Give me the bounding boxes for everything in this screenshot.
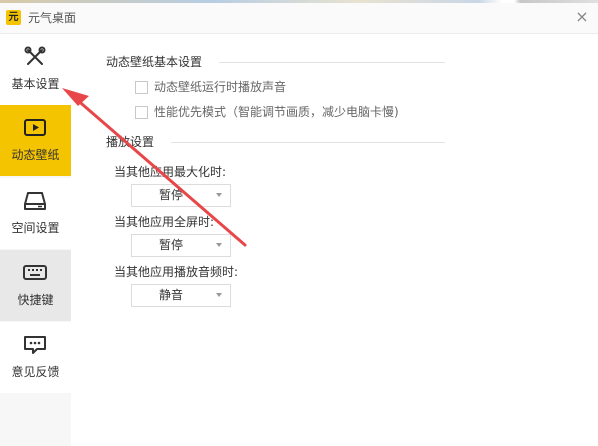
sidebar-item-basic-settings[interactable]: 基本设置 <box>0 34 71 105</box>
fullscreen-behavior-dropdown[interactable]: 暂停 <box>131 234 231 257</box>
dropdown-value: 暂停 <box>158 188 183 202</box>
dropdown-value: 暂停 <box>158 238 183 252</box>
close-icon[interactable]: × <box>574 9 590 25</box>
sidebar-item-label: 基本设置 <box>11 77 60 91</box>
audio-behavior-dropdown[interactable]: 静音 <box>131 284 231 307</box>
play-sound-checkbox[interactable] <box>135 81 148 94</box>
section-title-playback: 播放设置 <box>106 135 155 149</box>
window-title: 元气桌面 <box>28 11 77 25</box>
performance-mode-checkbox[interactable] <box>135 106 148 119</box>
keyboard-icon <box>23 265 47 280</box>
maximized-label: 当其他应用最大化时: <box>114 165 227 179</box>
section-title-wallpaper-basic: 动态壁纸基本设置 <box>106 55 203 69</box>
sidebar-item-label: 快捷键 <box>17 293 54 307</box>
sidebar-item-live-wallpaper[interactable]: 动态壁纸 <box>0 105 71 176</box>
disk-icon <box>24 192 46 210</box>
sidebar-item-label: 空间设置 <box>11 221 60 235</box>
maximized-behavior-dropdown[interactable]: 暂停 <box>131 184 231 207</box>
section-divider <box>219 62 445 63</box>
sidebar-item-label: 意见反馈 <box>11 365 60 379</box>
sidebar-item-space-settings[interactable]: 空间设置 <box>0 178 71 249</box>
dropdown-value: 静音 <box>158 288 183 302</box>
chevron-down-icon <box>216 243 222 247</box>
title-bar[interactable]: 元 元气桌面 × <box>0 3 598 34</box>
option-label: 动态壁纸运行时播放声音 <box>154 80 287 94</box>
audio-playing-label: 当其他应用播放音频时: <box>114 265 239 279</box>
section-divider <box>171 142 445 143</box>
sidebar-item-shortcuts[interactable]: 快捷键 <box>0 250 71 321</box>
chevron-down-icon <box>216 193 222 197</box>
option-label: 性能优先模式（智能调节画质，减少电脑卡慢) <box>154 105 399 119</box>
settings-panel: 动态壁纸基本设置 动态壁纸运行时播放声音 性能优先模式（智能调节画质，减少电脑卡… <box>71 34 598 446</box>
fullscreen-label: 当其他应用全屏时: <box>114 215 215 229</box>
sidebar: 基本设置 动态壁纸 空间设置 快捷键 意见反馈 <box>0 34 71 446</box>
sidebar-item-feedback[interactable]: 意见反馈 <box>0 322 71 393</box>
app-logo-icon: 元 <box>6 10 21 25</box>
chevron-down-icon <box>216 293 222 297</box>
sidebar-item-label: 动态壁纸 <box>11 148 60 162</box>
play-screen-icon <box>24 119 46 136</box>
chat-bubble-icon <box>24 336 46 354</box>
tools-icon <box>24 46 46 65</box>
